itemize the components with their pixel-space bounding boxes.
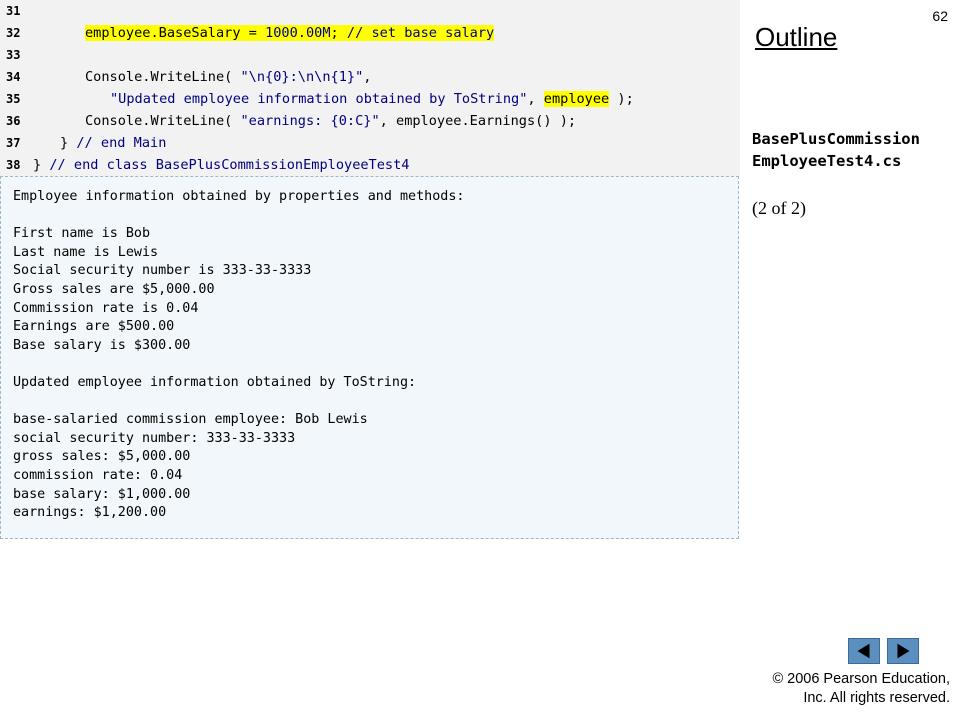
right-triangle-icon: [897, 643, 910, 659]
code-token: , employee.Earnings() );: [379, 113, 577, 129]
code-token: employee.BaseSalary =: [85, 25, 266, 41]
code-token: Console.WriteLine(: [85, 113, 241, 129]
line-number: 31: [6, 4, 21, 18]
code-token: ,: [363, 69, 372, 85]
code-token: "earnings: {0:C}": [240, 113, 380, 129]
code-token: "\n{0}:\n\n{1}": [240, 69, 364, 85]
code-token: Console.WriteLine(: [85, 69, 241, 85]
output-line: Last name is Lewis: [13, 244, 159, 260]
code-line: 31: [0, 0, 740, 22]
copyright-line1: © 2006 Pearson Education,: [772, 671, 950, 687]
line-number: 35: [6, 92, 21, 106]
code-text: Console.WriteLine( "earnings: {0:C}", em…: [85, 110, 576, 132]
code-text: employee.BaseSalary = 1000.00M; // set b…: [85, 22, 495, 44]
code-listing: 31 32 employee.BaseSalary = 1000.00M; // s…: [0, 0, 740, 176]
line-number: 32: [6, 26, 21, 40]
line-number: 34: [6, 70, 21, 84]
copyright-notice: © 2006 Pearson Education, Inc. All right…: [772, 670, 950, 708]
code-token: }: [33, 157, 50, 173]
code-text: "Updated employee information obtained b…: [110, 88, 634, 110]
code-token: // end class BasePlusCommissionEmployeeT…: [49, 157, 410, 173]
copyright-line2: Inc. All rights reserved.: [803, 690, 950, 706]
file-name: BasePlusCommission EmployeeTest4.cs: [752, 128, 920, 172]
code-token: "Updated employee information obtained b…: [110, 91, 528, 107]
code-line: 37} // end Main: [0, 132, 740, 154]
output-line: Gross sales are $5,000.00: [13, 282, 215, 297]
program-output: Employee information obtained by propert…: [0, 176, 739, 539]
left-triangle-icon: [857, 643, 870, 659]
output-line: earnings: $1,200.00: [13, 505, 167, 521]
page-number: 62: [932, 8, 948, 24]
output-line: base salary: $1,000.00: [13, 486, 191, 502]
code-text: Console.WriteLine( "\n{0}:\n\n{1}",: [85, 66, 371, 88]
output-line: commission rate: 0.04: [13, 468, 183, 483]
output-line: social security number: 333-33-3333: [13, 430, 296, 446]
line-number: 36: [6, 114, 21, 128]
code-token: // end Main: [76, 135, 167, 151]
output-line: Commission rate is 0.04: [13, 300, 199, 316]
code-line: 33: [0, 44, 740, 66]
outline-title: Outline: [755, 22, 838, 52]
code-line: 34 Console.WriteLine( "\n{0}:\n\n{1}",: [0, 66, 740, 88]
output-line: Social security number is 333-33-3333: [13, 263, 312, 279]
line-number: 37: [6, 136, 21, 150]
code-token: ,: [527, 91, 544, 107]
code-token: employee: [543, 91, 610, 107]
output-line: Earnings are $500.00: [13, 319, 175, 335]
output-line: Employee information obtained by propert…: [13, 189, 465, 204]
output-line: base-salaried commission employee: Bob L…: [13, 412, 368, 428]
code-token: );: [609, 91, 634, 107]
output-line: gross sales: $5,000.00: [13, 449, 191, 465]
code-token: // set base salary: [346, 25, 495, 41]
code-token: ;: [330, 25, 347, 41]
code-text: } // end class BasePlusCommissionEmploye…: [33, 154, 409, 176]
output-line: Base salary is $300.00: [13, 337, 191, 353]
code-line: 38} // end class BasePlusCommissionEmplo…: [0, 154, 740, 176]
code-token: 1000.00M: [265, 25, 331, 41]
code-token: }: [60, 135, 77, 151]
code-line: 36 Console.WriteLine( "earnings: {0:C}", …: [0, 110, 740, 132]
line-number: 33: [6, 48, 21, 62]
next-slide-button[interactable]: [887, 638, 919, 664]
code-line: 32 employee.BaseSalary = 1000.00M; // set…: [0, 22, 740, 44]
file-name-line1: BasePlusCommission: [752, 130, 920, 148]
previous-slide-button[interactable]: [848, 638, 880, 664]
part-label: (2 of 2): [752, 198, 806, 218]
output-line: First name is Bob: [13, 226, 151, 242]
code-text: } // end Main: [60, 132, 166, 154]
file-name-line2: EmployeeTest4.cs: [752, 152, 902, 170]
output-line: Updated employee information obtained by…: [13, 375, 417, 390]
code-line: 35 "Updated employee information obtained…: [0, 88, 740, 110]
line-number: 38: [6, 158, 21, 172]
